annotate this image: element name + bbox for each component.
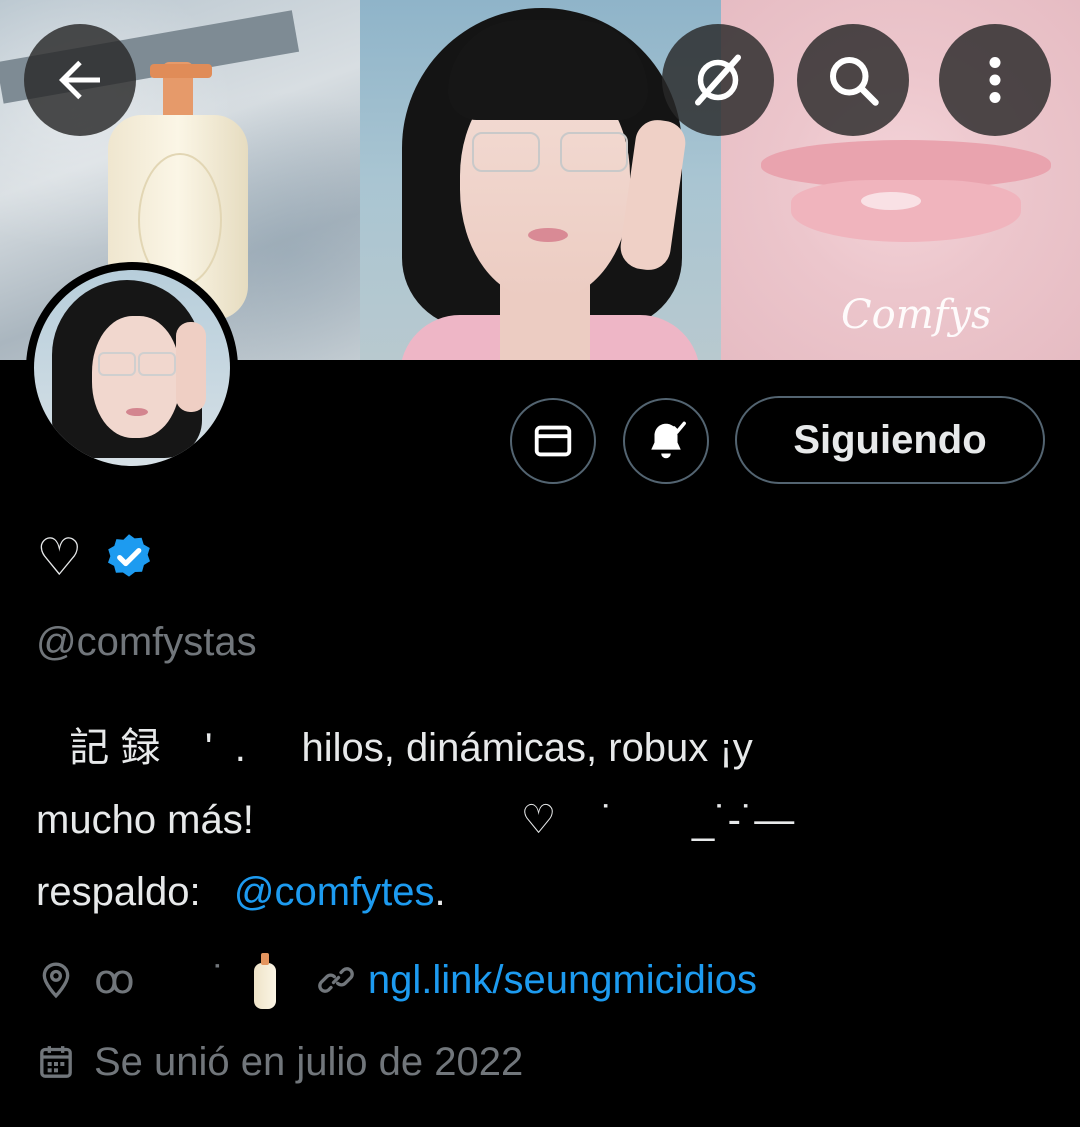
profile-avatar[interactable] [26,262,238,474]
following-button[interactable]: Siguiendo [735,396,1045,484]
profile-location: ꝏ ˙ [94,958,226,1002]
bio-line-3: respaldo: @comfytes. [36,856,1046,928]
notifications-button[interactable] [623,398,709,484]
bell-check-icon [651,421,686,459]
arrow-left-icon [59,60,100,100]
more-vertical-icon [989,57,1001,103]
name-row: ♡ [36,528,157,588]
message-button[interactable] [510,398,596,484]
display-name: ♡ [36,529,83,587]
bio-mention-link[interactable]: @comfytes [234,870,435,914]
joined-date: Se unió en julio de 2022 [94,1039,524,1084]
user-handle: @comfystas [36,620,257,664]
calendar-icon [40,1046,72,1078]
link-icon [316,960,356,1000]
joined-row: Se unió en julio de 2022 [36,1032,523,1092]
bio-line-1: 記 録 ' . hilos, dinámicas, robux ¡y [36,726,753,770]
more-options-button[interactable] [939,24,1051,136]
grok-button[interactable] [662,24,774,136]
banner-watermark: Comfys [841,292,992,338]
grok-slash-icon [695,54,741,106]
location-pin-icon [36,960,76,1000]
banner-panel-portrait [360,0,721,360]
back-button[interactable] [24,24,136,136]
verified-badge-icon[interactable] [101,530,157,586]
envelope-icon [534,425,572,457]
lotion-bottle-icon [253,953,276,1009]
bio-line-2: mucho más! ♡ ˙ _˙-˙— [36,798,795,842]
profile-website-link[interactable]: ngl.link/seungmicidios [368,958,757,1003]
search-button[interactable] [797,24,909,136]
bio-line-3-prefix: respaldo: [36,870,234,914]
bio-line-3-suffix: . [434,870,446,914]
profile-bio: 記 録 ' . hilos, dinámicas, robux ¡y mucho… [36,712,1046,928]
profile-page: Comfys Siguiendo ♡ @comfystas 記 録 ' . hi… [0,0,1080,1127]
profile-meta-row: ꝏ ˙ ngl.link/seungmicidios [36,950,757,1010]
search-icon [830,57,879,106]
